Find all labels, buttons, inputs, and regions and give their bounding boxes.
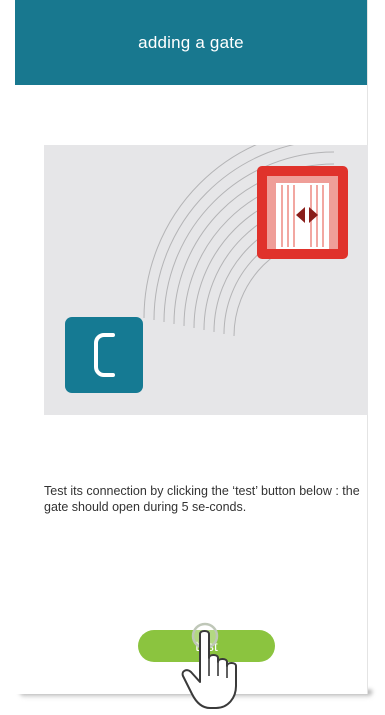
header-bar: adding a gate	[15, 0, 367, 85]
instruction-text: Test its connection by clicking the ‘tes…	[44, 483, 360, 514]
gate-icon	[257, 166, 348, 259]
hand-pointer-icon	[181, 622, 237, 709]
gate-illustration	[44, 145, 368, 415]
c-logo-icon	[65, 317, 143, 393]
phone-screen: adding a gate Test its connection by cli…	[15, 0, 368, 709]
illustration-canvas	[65, 145, 348, 393]
page-title: adding a gate	[138, 32, 244, 52]
